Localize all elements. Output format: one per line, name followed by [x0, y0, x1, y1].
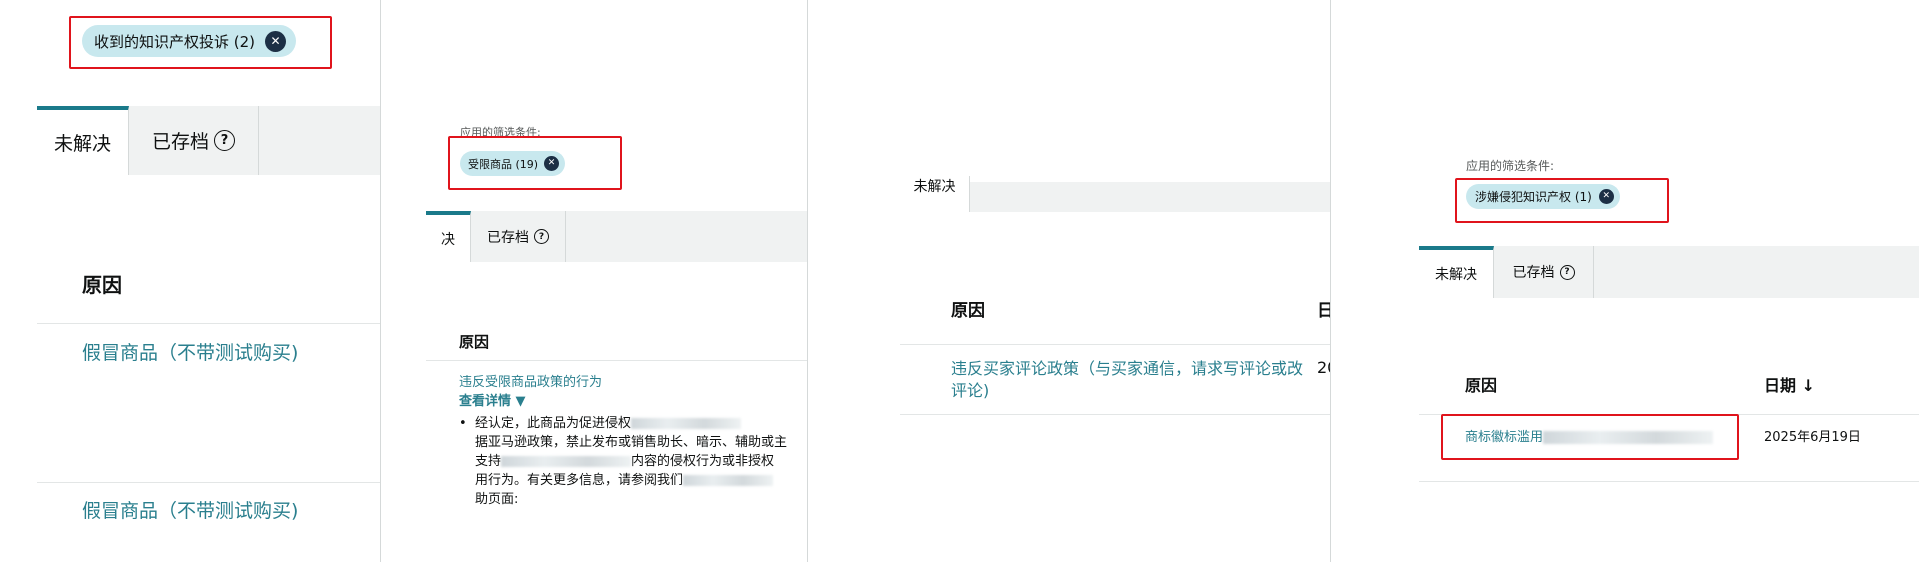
tab-unresolved-label: 未解决 [913, 179, 956, 195]
detail-line: 经认定，此商品为促进侵权 [474, 416, 631, 431]
column-header-date-sortable[interactable]: 日期 ↓ [1764, 372, 1815, 396]
highlight-box [69, 16, 332, 69]
column-header-reason: 原因 [951, 301, 985, 321]
panel-review-policy: 未解决 原因 日 违反买家评论政策（与买家通信，请求写评论或改评论) 20 [808, 0, 1330, 562]
panel-ip-infringement: 应用的筛选条件: 涉嫌侵犯知识产权 (1) ✕ 未解决 已存档 ? 原因 日期 … [1331, 0, 1919, 562]
divider [900, 344, 1330, 345]
detail-text: • 经认定，此商品为促进侵权 据亚马逊政策，禁止发布或销售助长、暗示、辅助或主 … [459, 414, 807, 509]
row-date: 2025年6月19日 [1764, 430, 1861, 445]
row-date: 20 [1317, 358, 1330, 377]
tab-bar: 未解决 已存档 ? [37, 106, 380, 175]
column-header-reason: 原因 [1465, 376, 1498, 395]
column-header-reason: 原因 [82, 273, 122, 297]
detail-line: 据亚马逊政策，禁止发布或销售助长、暗示、辅助或主 [475, 435, 788, 450]
highlight-box [1441, 414, 1739, 460]
redacted-text [683, 475, 774, 486]
tab-archived[interactable]: 已存档 ? [129, 106, 259, 175]
question-circle-icon[interactable]: ? [534, 229, 549, 244]
filter-label: 应用的筛选条件: [1466, 159, 1555, 173]
tab-bar: 未解决 已存档 ? [1419, 246, 1919, 298]
tab-unresolved-label: 未解决 [1435, 267, 1477, 283]
reason-link[interactable]: 违反受限商品政策的行为 [459, 371, 602, 390]
tab-archived[interactable]: 已存档 ? [471, 211, 566, 262]
column-header-reason: 原因 [459, 333, 490, 351]
reason-link[interactable]: 假冒商品（不带测试购买) [82, 496, 298, 523]
tab-archived-label: 已存档 [487, 229, 529, 246]
view-details-link[interactable]: 查看详情 ▼ [459, 390, 526, 409]
detail-line: 内容的侵权行为或非授权 [631, 454, 775, 469]
tab-unresolved[interactable]: 决 [426, 211, 471, 262]
divider [1419, 481, 1919, 482]
detail-line: 助页面: [475, 492, 519, 507]
panel-ip-complaints: 收到的知识产权投诉 (2) ✕ 未解决 已存档 ? 原因 假冒商品（不带测试购买… [0, 0, 380, 562]
panel-restricted-products: 应用的筛选条件: 受限商品 (19) ✕ 决 已存档 ? 原因 违反受限商品政策… [381, 0, 807, 562]
redacted-text [501, 456, 632, 467]
reason-link[interactable]: 违反买家评论政策（与买家通信，请求写评论或改评论) [951, 358, 1306, 402]
divider [37, 482, 380, 483]
highlight-box [448, 136, 622, 190]
tab-unresolved-label: 未解决 [53, 133, 111, 155]
column-header-date: 日 [1317, 301, 1330, 321]
highlight-box [1455, 178, 1669, 223]
tab-bar: 决 已存档 ? [426, 211, 807, 262]
question-circle-icon[interactable]: ? [1559, 264, 1575, 280]
tab-bar: 未解决 [900, 176, 1330, 212]
divider [900, 414, 1330, 415]
reason-link[interactable]: 假冒商品（不带测试购买) [82, 338, 298, 365]
tab-archived-label: 已存档 [1512, 265, 1555, 281]
tab-archived-label: 已存档 [151, 131, 209, 153]
divider [426, 360, 807, 361]
detail-line: 用行为。有关更多信息，请参阅我们 [475, 473, 684, 488]
tab-unresolved[interactable]: 未解决 [900, 176, 970, 212]
tab-unresolved-label: 决 [441, 231, 455, 248]
bullet: • [459, 416, 475, 431]
tab-unresolved[interactable]: 未解决 [1419, 246, 1494, 298]
detail-line: 支持 [475, 454, 502, 469]
tab-unresolved[interactable]: 未解决 [37, 106, 129, 175]
redacted-text [630, 418, 741, 429]
question-circle-icon[interactable]: ? [214, 130, 235, 151]
tab-archived[interactable]: 已存档 ? [1494, 246, 1594, 298]
divider [37, 323, 380, 324]
